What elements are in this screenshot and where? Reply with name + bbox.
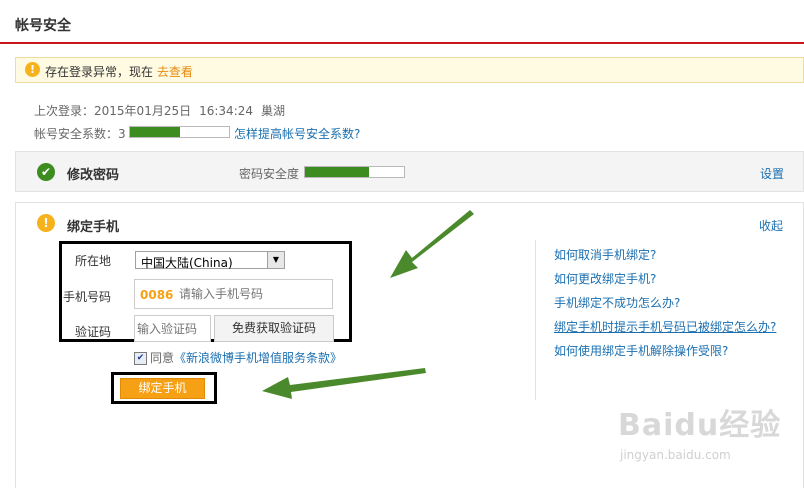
baidu-watermark-url: jingyan.baidu.com [620,448,731,462]
arrow-left-icon [262,368,426,399]
baidu-watermark-logo: Baidu经验 [618,408,782,443]
arrow-right-icon [390,210,474,278]
